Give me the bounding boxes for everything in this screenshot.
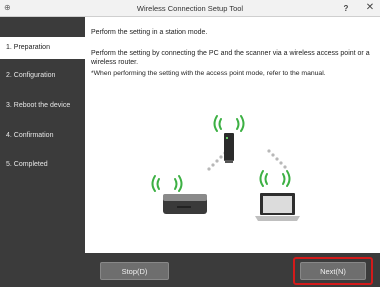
wifi-signal-icon: [213, 115, 245, 132]
steps-sidebar: 1. Preparation 2. Configuration 3. Reboo…: [0, 17, 85, 287]
scanner-icon: [163, 194, 207, 214]
close-button[interactable]: ✕: [363, 3, 377, 14]
window-title: Wireless Connection Setup Tool: [136, 4, 244, 13]
title-bar: ⊕ Wireless Connection Setup Tool ? ✕: [0, 0, 380, 17]
stop-button[interactable]: Stop(D): [100, 262, 169, 280]
step-preparation: 1. Preparation: [0, 37, 85, 59]
network-diagram: [151, 115, 300, 221]
next-button[interactable]: Next(N): [300, 262, 366, 280]
help-button[interactable]: ?: [339, 3, 353, 14]
main-panel: Perform the setting in a station mode. P…: [85, 17, 380, 253]
wifi-signal-icon: [259, 170, 291, 187]
wifi-signal-icon: [151, 175, 183, 192]
router-icon: [224, 133, 234, 163]
laptop-icon: [255, 193, 300, 221]
step-confirmation: 4. Confirmation: [6, 132, 54, 139]
connection-dots: [207, 149, 287, 171]
footer-bar: Stop(D) Next(N): [85, 253, 380, 287]
step-configuration: 2. Configuration: [6, 72, 56, 79]
step-completed: 5. Completed: [6, 161, 48, 168]
step-reboot-device: 3. Reboot the device: [6, 102, 71, 109]
next-button-highlight: Next(N): [293, 257, 373, 285]
